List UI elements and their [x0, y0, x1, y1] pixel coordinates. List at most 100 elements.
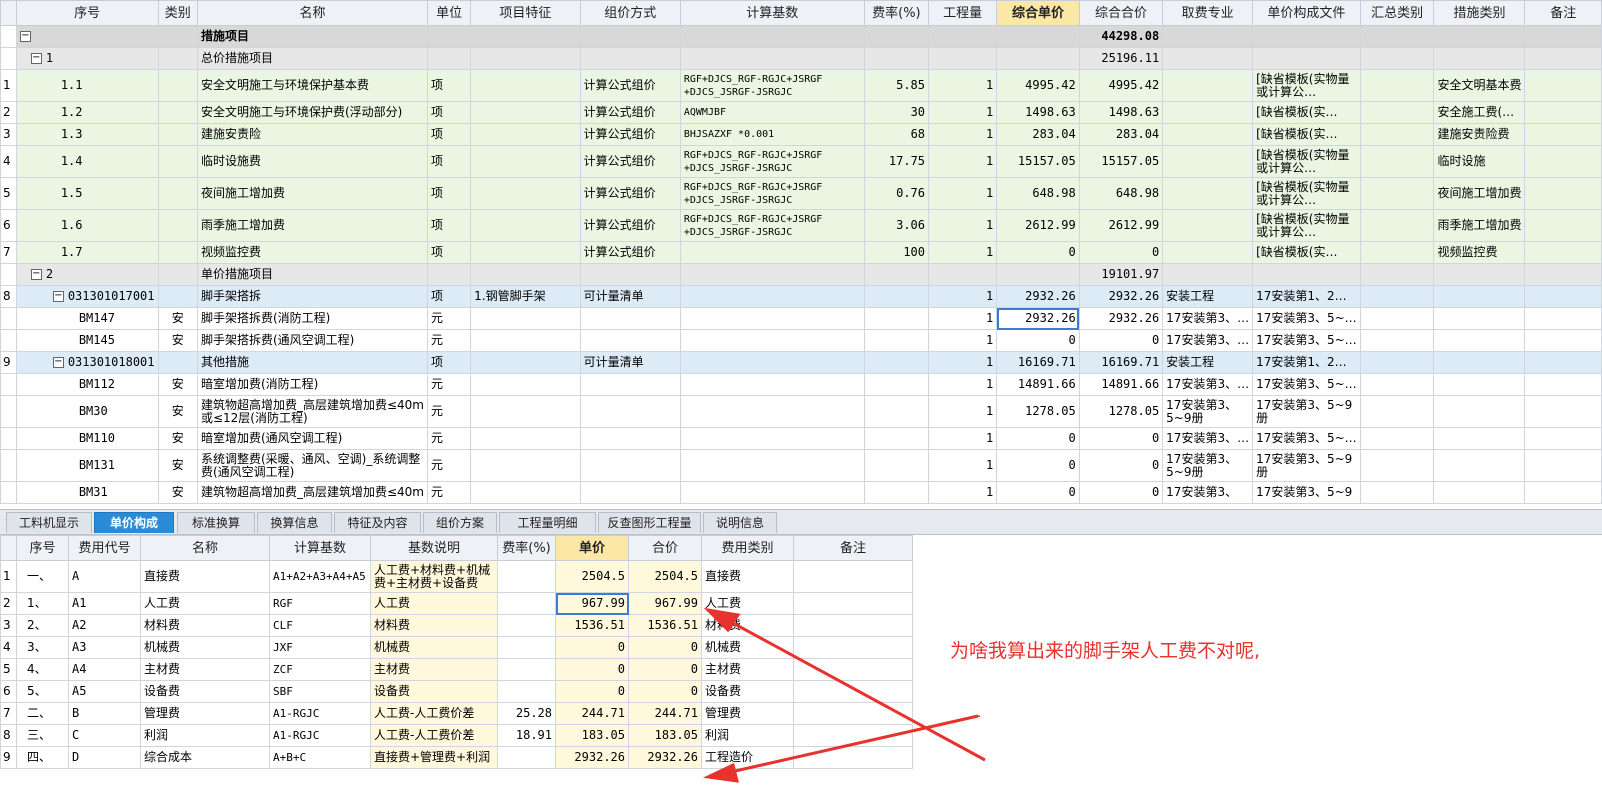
name-cell[interactable]: 暗室增加费(消防工程)	[196, 373, 429, 396]
name-cell[interactable]: 其他措施	[196, 351, 429, 374]
breakdown-col-header-5[interactable]: 费率(%)	[497, 535, 556, 561]
table-row[interactable]: BM31 安建筑物超高增加费_高层建筑增加费≤40m 元 1 0 0 17安装第3、 17安装…	[0, 481, 1602, 504]
unit-price-cell[interactable]: 1498.63	[996, 101, 1080, 124]
unit-price-cell[interactable]	[996, 47, 1080, 70]
breakdown-col-header-9[interactable]: 备注	[793, 535, 913, 561]
breakdown-row[interactable]: 7 二、 B 管理费 A1-RGJC 人工费-人工费价差 25.28 244.71 244.71…	[0, 702, 913, 725]
fee-name-cell[interactable]: 材料费	[140, 614, 270, 637]
item-code[interactable]: −031301017001	[15, 285, 159, 308]
item-code[interactable]: −2	[15, 263, 159, 286]
name-cell[interactable]: 措施项目	[196, 25, 429, 48]
table-row[interactable]: 2 1.2 安全文明施工与环境保护费(浮动部分) 项计算公式组价 AQWMJBF 30 1 1…	[0, 101, 1602, 124]
fee-name-cell[interactable]: 直接费	[140, 560, 270, 593]
item-code[interactable]: 1.4	[15, 145, 159, 178]
unit-price-cell[interactable]: 14891.66	[996, 373, 1080, 396]
item-code[interactable]: 1.6	[15, 209, 159, 242]
col-header-10[interactable]: 综合合价	[1078, 0, 1164, 26]
name-cell[interactable]: 视频监控费	[196, 241, 429, 264]
item-code[interactable]: BM145	[15, 329, 159, 352]
name-cell[interactable]: 脚手架搭拆费(消防工程)	[196, 307, 429, 330]
breakdown-row[interactable]: 4 3、 A3 机械费 JXF 机械费 0 0 机械费	[0, 636, 913, 659]
item-code[interactable]: BM147	[15, 307, 159, 330]
name-cell[interactable]: 安全文明施工与环境保护基本费	[196, 69, 429, 102]
item-code[interactable]: 1.7	[15, 241, 159, 264]
name-cell[interactable]: 安全文明施工与环境保护费(浮动部分)	[196, 101, 429, 124]
unit-price-cell[interactable]: 2932.26	[996, 285, 1080, 308]
collapse-toggle-icon[interactable]: −	[52, 291, 64, 302]
breakdown-col-header-3[interactable]: 计算基数	[269, 535, 371, 561]
breakdown-col-header-4[interactable]: 基数说明	[370, 535, 498, 561]
breakdown-col-header-0[interactable]: 序号	[16, 535, 69, 561]
col-header-8[interactable]: 工程量	[928, 0, 998, 26]
collapse-toggle-icon[interactable]: −	[52, 357, 64, 368]
table-row[interactable]: −2 单价措施项目 19101.97	[0, 263, 1602, 286]
name-cell[interactable]: 暗室增加费(通风空调工程)	[196, 427, 429, 450]
item-code[interactable]: BM30	[15, 395, 159, 428]
unit-price-cell[interactable]: 4995.42	[996, 69, 1080, 102]
unit-price-cell[interactable]: 0	[996, 449, 1080, 482]
item-code[interactable]: 1.2	[15, 101, 159, 124]
name-cell[interactable]: 夜间施工增加费	[196, 177, 429, 210]
table-row[interactable]: BM112 安暗室增加费(消防工程) 元 1 14891.66 14891.66 17安装第…	[0, 373, 1602, 396]
name-cell[interactable]: 建筑物超高增加费_高层建筑增加费≤40m	[196, 481, 429, 504]
name-cell[interactable]: 脚手架搭拆费(通风空调工程)	[196, 329, 429, 352]
breakdown-row[interactable]: 2 1、 A1 人工费 RGF 人工费 967.99 967.99 人工费	[0, 592, 913, 615]
col-header-2[interactable]: 名称	[196, 0, 429, 26]
fee-unit-price-cell[interactable]: 2932.26	[555, 746, 629, 769]
fee-name-cell[interactable]: 管理费	[140, 702, 270, 725]
breakdown-row[interactable]: 8 三、 C 利润 A1-RGJC 人工费-人工费价差 18.91 183.05 183.05 利…	[0, 724, 913, 747]
unit-price-cell[interactable]: 2612.99	[996, 209, 1080, 242]
col-header-9[interactable]: 综合单价	[996, 0, 1080, 26]
breakdown-col-header-1[interactable]: 费用代号	[68, 535, 141, 561]
col-header-15[interactable]: 备注	[1524, 0, 1602, 26]
name-cell[interactable]: 临时设施费	[196, 145, 429, 178]
table-row[interactable]: 1 1.1 安全文明施工与环境保护基本费项 计算公式组价 RGF+DJCS_RGF-RG…	[0, 69, 1602, 102]
col-header-11[interactable]: 取费专业	[1162, 0, 1254, 26]
item-code[interactable]: BM110	[15, 427, 159, 450]
collapse-toggle-icon[interactable]: −	[30, 53, 42, 64]
col-header-14[interactable]: 措施类别	[1433, 0, 1526, 26]
name-cell[interactable]: 建施安责险	[196, 123, 429, 146]
name-cell[interactable]: 建筑物超高增加费_高层建筑增加费≤40m或≤12层(消防工程)	[196, 395, 429, 428]
name-cell[interactable]: 总价措施项目	[196, 47, 429, 70]
fee-name-cell[interactable]: 主材费	[140, 658, 270, 681]
breakdown-row[interactable]: 1 一、 A 直接费 A1+A2+A3+A4+A5 人工费+材料费+机械费+主材费+设备费…	[0, 560, 913, 593]
table-row[interactable]: 4 1.4 临时设施费项 计算公式组价 RGF+DJCS_RGF-RGJC+JSRGF …	[0, 145, 1602, 178]
item-code[interactable]: −031301018001	[15, 351, 159, 374]
fee-name-cell[interactable]: 综合成本	[140, 746, 270, 769]
col-header-3[interactable]: 单位	[426, 0, 472, 26]
item-code[interactable]: BM112	[15, 373, 159, 396]
breakdown-row[interactable]: 5 4、 A4 主材费 ZCF 主材费 0 0 主材费	[0, 658, 913, 681]
item-code[interactable]: 1.3	[15, 123, 159, 146]
item-code[interactable]: BM131	[15, 449, 159, 482]
breakdown-row[interactable]: 3 2、 A2 材料费 CLF 材料费 1536.51 1536.51 材料费	[0, 614, 913, 637]
breakdown-row[interactable]: 6 5、 A5 设备费 SBF 设备费 0 0 设备费	[0, 680, 913, 703]
unit-price-cell[interactable]: 0	[996, 481, 1080, 504]
breakdown-col-header-7[interactable]: 合价	[628, 535, 702, 561]
item-code[interactable]: −	[15, 25, 159, 48]
fee-name-cell[interactable]: 机械费	[140, 636, 270, 659]
unit-price-cell[interactable]: 0	[996, 241, 1080, 264]
fee-unit-price-cell[interactable]: 0	[555, 636, 629, 659]
table-row[interactable]: BM131 安系统调整费(采暖、通风、空调)_系统调整费(通风空调工程) 元 1 0 0 1…	[0, 449, 1602, 482]
name-cell[interactable]: 脚手架搭拆	[196, 285, 429, 308]
unit-price-cell[interactable]: 0	[996, 427, 1080, 450]
item-code[interactable]: 1.5	[15, 177, 159, 210]
col-header-5[interactable]: 组价方式	[579, 0, 681, 26]
col-header-7[interactable]: 费率(%)	[863, 0, 930, 26]
table-row[interactable]: −1 总价措施项目 25196.11	[0, 47, 1602, 70]
breakdown-row[interactable]: 9 四、 D 综合成本 A+B+C 直接费+管理费+利润 2932.26 2932.26 工程造…	[0, 746, 913, 769]
table-row[interactable]: BM30 安建筑物超高增加费_高层建筑增加费≤40m或≤12层(消防工程) 元 1 12…	[0, 395, 1602, 428]
breakdown-col-header-8[interactable]: 费用类别	[701, 535, 794, 561]
fee-name-cell[interactable]: 利润	[140, 724, 270, 747]
name-cell[interactable]: 系统调整费(采暖、通风、空调)_系统调整费(通风空调工程)	[196, 449, 429, 482]
unit-price-cell[interactable]: 16169.71	[996, 351, 1080, 374]
unit-price-cell[interactable]	[996, 263, 1080, 286]
fee-unit-price-cell[interactable]: 0	[555, 658, 629, 681]
fee-unit-price-cell[interactable]: 183.05	[555, 724, 629, 747]
table-row[interactable]: BM147 安脚手架搭拆费(消防工程) 元 1 2932.26 2932.26 17安装第3…	[0, 307, 1602, 330]
collapse-toggle-icon[interactable]: −	[19, 31, 31, 42]
fee-unit-price-cell[interactable]: 244.71	[555, 702, 629, 725]
unit-price-cell[interactable]: 0	[996, 329, 1080, 352]
unit-price-cell[interactable]: 648.98	[996, 177, 1080, 210]
